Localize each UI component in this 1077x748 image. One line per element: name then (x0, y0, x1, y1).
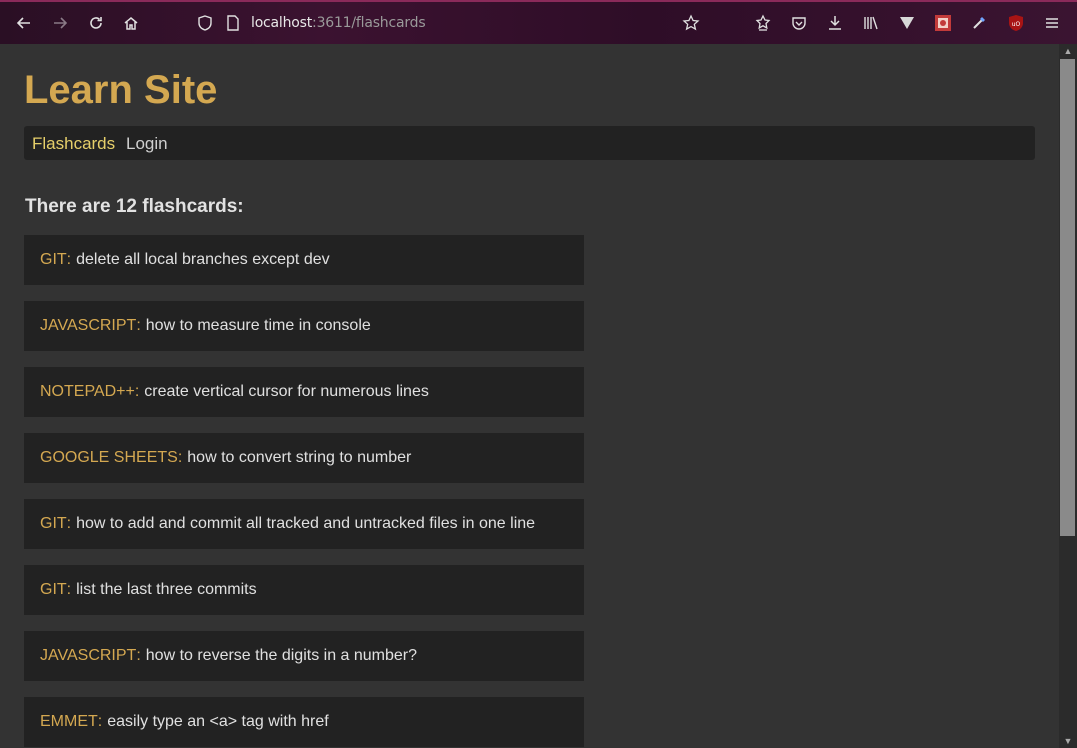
flashcard-item[interactable]: GIT: list the last three commits (24, 565, 584, 615)
svg-text:uO: uO (1012, 21, 1021, 28)
library-button[interactable] (860, 12, 882, 34)
flashcard-question: create vertical cursor for numerous line… (144, 383, 429, 400)
eyedropper-icon (973, 17, 985, 29)
home-icon (124, 17, 138, 30)
browser-toolbar: localhost:3611/flashcards uO (0, 0, 1077, 44)
bookmarks-menu-button[interactable] (752, 12, 774, 34)
page-icon (227, 15, 239, 31)
flashcard-category: GIT (40, 515, 67, 532)
flashcard-item[interactable]: GIT: how to add and commit all tracked an… (24, 499, 584, 549)
flashcard-category: EMMET (40, 713, 98, 730)
flashcard-question: how to reverse the digits in a number? (145, 647, 418, 664)
flashcard-category: GIT (40, 251, 67, 268)
ublock-button[interactable]: uO (1005, 12, 1027, 34)
library-icon (864, 16, 878, 30)
app-menu-button[interactable] (1041, 12, 1063, 34)
arrow-right-icon (54, 17, 68, 29)
back-button[interactable] (13, 12, 35, 34)
extension-red-button[interactable] (932, 12, 954, 34)
downloads-button[interactable] (824, 12, 846, 34)
flashcard-list: GIT: delete all local branches except dev… (24, 235, 584, 748)
home-button[interactable] (120, 12, 142, 34)
url-host: localhost (251, 15, 313, 31)
navbar: Flashcards Login (24, 126, 1035, 160)
site-title: Learn Site (24, 68, 218, 112)
star-icon (682, 14, 700, 31)
address-bar[interactable]: localhost:3611/flashcards (251, 15, 426, 31)
pocket-button[interactable] (788, 12, 810, 34)
flashcard-question: list the last three commits (76, 581, 257, 598)
nav-link-flashcards[interactable]: Flashcards (32, 134, 115, 154)
flashcard-question: how to add and commit all tracked and un… (76, 515, 536, 532)
pocket-icon (792, 17, 806, 30)
flashcard-question: how to measure time in console (145, 317, 371, 334)
flashcard-item[interactable]: NOTEPAD++: create vertical cursor for num… (24, 367, 584, 417)
flashcard-item[interactable]: JAVASCRIPT: how to measure time in consol… (24, 301, 584, 351)
scrollbar-thumb[interactable] (1060, 59, 1075, 536)
forward-button[interactable] (49, 12, 71, 34)
download-icon (829, 16, 841, 30)
star-menu-icon (755, 14, 771, 31)
red-extension-icon (935, 15, 951, 31)
site-security-button[interactable] (194, 12, 216, 34)
flashcard-question: how to convert string to number (187, 449, 412, 466)
flashcard-item[interactable]: GOOGLE SHEETS: how to convert string to n… (24, 433, 584, 483)
reload-icon (90, 17, 102, 29)
flashcard-count-heading: There are 12 flashcards: (25, 196, 244, 217)
scroll-down-arrow-icon[interactable]: ▼ (1059, 734, 1077, 748)
page-info-button[interactable] (222, 12, 244, 34)
eyedropper-button[interactable] (968, 12, 990, 34)
shield-icon (198, 15, 212, 31)
flashcard-category: NOTEPAD++ (40, 383, 135, 400)
flashcard-category: JAVASCRIPT (40, 317, 137, 334)
flashcard-category: GIT (40, 581, 67, 598)
flashcard-item[interactable]: EMMET: easily type an <a> tag with href (24, 697, 584, 747)
reload-button[interactable] (85, 12, 107, 34)
flashcard-question: easily type an <a> tag with href (107, 713, 329, 730)
page-content: Learn Site Flashcards Login There are 12… (0, 44, 1059, 748)
hamburger-icon (1046, 18, 1058, 28)
v-extension-icon (900, 17, 914, 29)
nav-link-login[interactable]: Login (126, 134, 168, 154)
scroll-up-arrow-icon[interactable]: ▲ (1059, 44, 1077, 58)
flashcard-category: GOOGLE SHEETS (40, 449, 178, 466)
flashcard-question: delete all local branches except dev (76, 251, 330, 268)
flashcard-item[interactable]: JAVASCRIPT: how to reverse the digits in … (24, 631, 584, 681)
extension-v-button[interactable] (896, 12, 918, 34)
flashcard-category: JAVASCRIPT (40, 647, 137, 664)
bookmark-button[interactable] (680, 12, 702, 34)
arrow-left-icon (16, 17, 30, 29)
url-path: :3611/flashcards (312, 15, 426, 31)
vertical-scrollbar[interactable]: ▲ ▼ (1059, 44, 1077, 748)
flashcard-item[interactable]: GIT: delete all local branches except dev (24, 235, 584, 285)
ublock-icon: uO (1009, 15, 1023, 31)
